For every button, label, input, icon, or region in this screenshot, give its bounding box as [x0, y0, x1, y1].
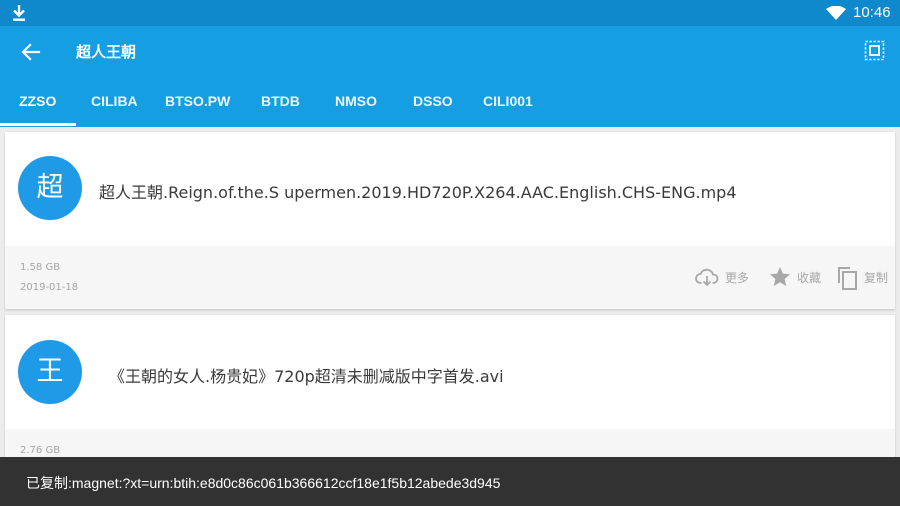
app-bar: 超人王朝 ZZSO CILIBA BTSO.PW BTDB NMSO DSSO …: [0, 26, 900, 127]
card-footer: 1.58 GB 2019-01-18 更多 收藏 复制: [5, 246, 895, 309]
favorite-label: 收藏: [797, 271, 822, 285]
star-icon: [770, 267, 790, 286]
tab-cili001[interactable]: CILI001: [483, 89, 533, 127]
snackbar: 已复制:magnet:?xt=urn:btih:e8d0c86c061b3666…: [0, 457, 900, 506]
wifi-icon: [826, 6, 846, 20]
file-date: 2019-01-18: [20, 282, 79, 293]
file-size: 2.76 GB: [20, 445, 61, 456]
copy-label: 复制: [864, 271, 889, 285]
active-tab-indicator: [0, 123, 76, 126]
more-button[interactable]: 更多: [695, 265, 751, 289]
copy-button[interactable]: 复制: [835, 265, 891, 290]
file-size: 1.58 GB: [20, 262, 61, 273]
tab-nmso[interactable]: NMSO: [335, 89, 377, 127]
copy-icon: [838, 267, 857, 290]
select-all-icon[interactable]: [864, 40, 885, 61]
tab-dsso[interactable]: DSSO: [413, 89, 453, 127]
avatar: 超: [18, 156, 82, 220]
source-tabs: ZZSO CILIBA BTSO.PW BTDB NMSO DSSO CILI0…: [0, 89, 900, 127]
back-arrow-icon[interactable]: [20, 41, 42, 63]
file-name[interactable]: 超人王朝.Reign.of.the.S upermen.2019.HD720P.…: [99, 179, 737, 203]
avatar: 王: [18, 340, 82, 404]
tab-btdb[interactable]: BTDB: [261, 89, 300, 127]
status-bar: 10:46: [0, 0, 900, 26]
tab-ciliba[interactable]: CILIBA: [91, 89, 138, 127]
clock: 10:46: [853, 4, 891, 21]
snackbar-message: 已复制:magnet:?xt=urn:btih:e8d0c86c061b3666…: [26, 475, 501, 491]
file-name[interactable]: 《王朝的女人.杨贵妃》720p超清未删减版中字首发.avi: [109, 363, 504, 387]
tab-zzso[interactable]: ZZSO: [19, 89, 56, 127]
cloud-download-icon: [695, 268, 719, 287]
favorite-button[interactable]: 收藏: [768, 265, 826, 289]
page-title: 超人王朝: [76, 43, 137, 61]
download-icon: [13, 5, 25, 21]
more-label: 更多: [725, 271, 750, 285]
result-card[interactable]: 超 超人王朝.Reign.of.the.S upermen.2019.HD720…: [5, 132, 895, 309]
tab-btso-pw[interactable]: BTSO.PW: [165, 89, 230, 127]
